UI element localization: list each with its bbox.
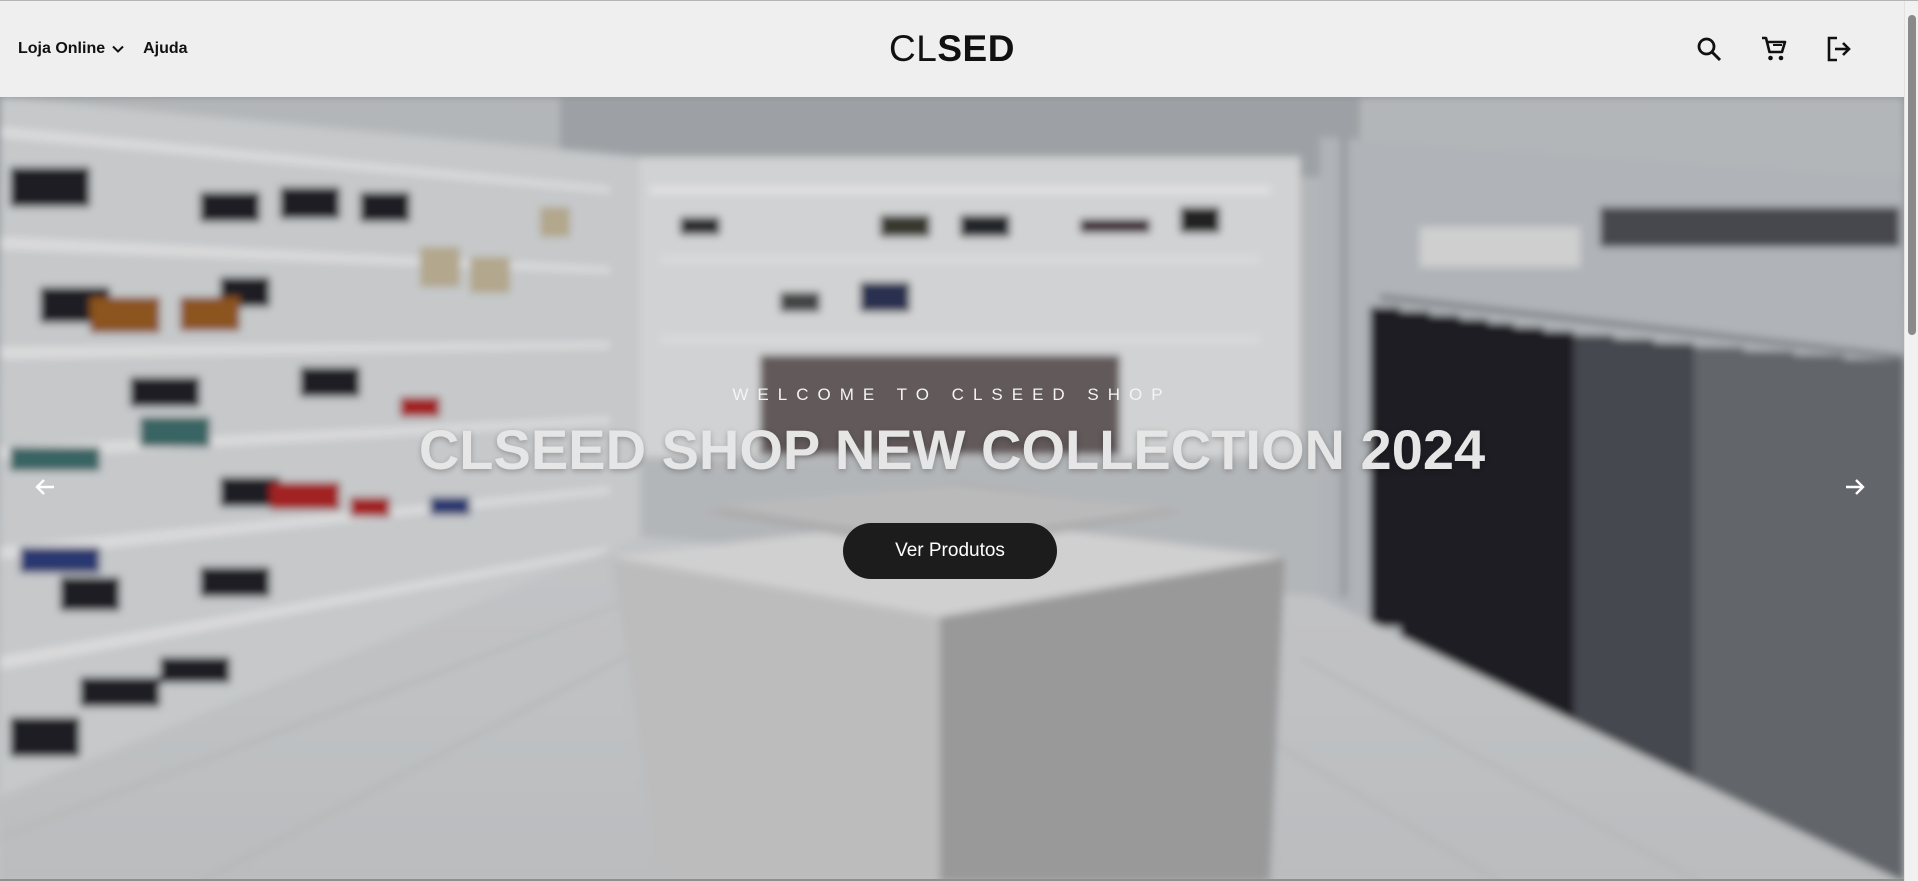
page: Loja Online Ajuda CL SED WELCOME TO CLSE… xyxy=(0,0,1918,881)
search-icon xyxy=(1697,37,1722,62)
logout-icon xyxy=(1827,36,1851,62)
nav-online-store-label: Loja Online xyxy=(18,40,106,57)
nav-left: Loja Online Ajuda xyxy=(18,1,188,97)
logo-bold-part: SED xyxy=(937,28,1015,69)
arrow-right-icon xyxy=(1846,479,1865,495)
hero-title: CLSEED SHOP NEW COLLECTION 2024 xyxy=(418,418,1486,481)
chevron-down-icon xyxy=(112,45,124,53)
nav-right-actions xyxy=(1694,1,1854,97)
hero-eyebrow-text: WELCOME TO CLSEED SHOP xyxy=(732,385,1172,404)
hero-carousel: WELCOME TO CLSEED SHOP CLSEED SHOP NEW C… xyxy=(0,97,1904,881)
nav-help-link[interactable]: Ajuda xyxy=(143,40,187,58)
cart-button[interactable] xyxy=(1759,34,1789,64)
vertical-scrollbar[interactable] xyxy=(1904,1,1918,881)
top-navbar: Loja Online Ajuda CL SED xyxy=(0,1,1904,97)
logout-button[interactable] xyxy=(1824,34,1854,64)
carousel-next-button[interactable] xyxy=(1835,467,1875,507)
view-products-button[interactable]: Ver Produtos xyxy=(843,523,1057,579)
logo-light-part: CL xyxy=(889,28,938,69)
scrollbar-thumb[interactable] xyxy=(1908,15,1916,335)
hero-content: WELCOME TO CLSEED SHOP CLSEED SHOP NEW C… xyxy=(0,97,1904,881)
nav-online-store-dropdown[interactable]: Loja Online xyxy=(18,40,125,58)
brand-logo: CL SED xyxy=(0,1,1904,97)
nav-help-label: Ajuda xyxy=(143,40,188,57)
cart-icon xyxy=(1762,36,1787,61)
arrow-left-icon xyxy=(35,479,54,495)
search-button[interactable] xyxy=(1694,34,1724,64)
carousel-prev-button[interactable] xyxy=(25,467,65,507)
